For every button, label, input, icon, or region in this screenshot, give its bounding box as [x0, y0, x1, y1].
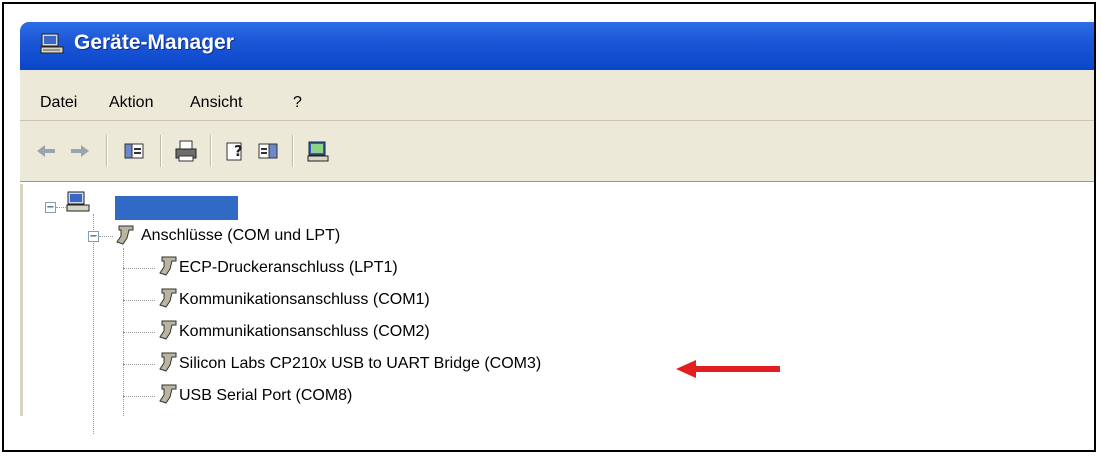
window-title: Geräte-Manager [74, 31, 234, 54]
tree-item[interactable]: Kommunikationsanschluss (COM1) [179, 291, 430, 309]
print-icon[interactable] [174, 139, 198, 163]
forward-arrow-icon[interactable] [68, 139, 92, 163]
menu-aktion[interactable]: Aktion [109, 94, 153, 112]
toolbar-separator [160, 135, 162, 167]
red-arrow-icon [676, 360, 780, 378]
port-connector-icon [159, 288, 177, 308]
screenshot-frame: Geräte-Manager Datei Aktion Ansicht ? ? … [2, 2, 1096, 452]
toolbar: ? [20, 121, 1094, 182]
toolbar-separator [210, 135, 212, 167]
console-tree-icon[interactable] [122, 139, 146, 163]
root-node-label-redacted[interactable] [115, 196, 238, 220]
tree-item[interactable]: Kommunikationsanschluss (COM2) [179, 323, 430, 341]
svg-text:?: ? [234, 142, 243, 160]
tree-line [123, 396, 155, 397]
root-collapse-toggle[interactable]: − [45, 202, 56, 213]
tree-line [123, 268, 155, 269]
scan-hardware-icon[interactable] [306, 139, 330, 163]
tree-line [56, 207, 66, 208]
tree-line [123, 300, 155, 301]
tree-item-highlighted[interactable]: Silicon Labs CP210x USB to UART Bridge (… [179, 355, 541, 373]
tree-category-ports[interactable]: Anschlüsse (COM und LPT) [141, 227, 340, 245]
tree-line [123, 364, 155, 365]
computer-icon [66, 191, 90, 212]
category-collapse-toggle[interactable]: − [88, 231, 99, 242]
toolbar-separator [292, 135, 294, 167]
port-connector-icon [116, 225, 134, 245]
menu-datei[interactable]: Datei [40, 94, 77, 112]
back-arrow-icon[interactable] [34, 139, 58, 163]
properties-help-icon[interactable]: ? [224, 139, 248, 163]
action-pane-icon[interactable] [256, 139, 280, 163]
menu-ansicht[interactable]: Ansicht [190, 94, 242, 112]
tree-item[interactable]: ECP-Druckeranschluss (LPT1) [179, 259, 398, 277]
port-connector-icon [159, 320, 177, 340]
tree-line [123, 332, 155, 333]
menu-help[interactable]: ? [293, 94, 302, 112]
port-connector-icon [159, 352, 177, 372]
tree-item[interactable]: USB Serial Port (COM8) [179, 387, 352, 405]
port-connector-icon [159, 256, 177, 276]
computer-icon [40, 33, 64, 54]
window-titlebar: Geräte-Manager [20, 22, 1094, 70]
tree-line [93, 214, 94, 434]
menu-bar: Datei Aktion Ansicht ? [20, 70, 1094, 121]
toolbar-separator [106, 135, 108, 167]
port-connector-icon [159, 384, 177, 404]
